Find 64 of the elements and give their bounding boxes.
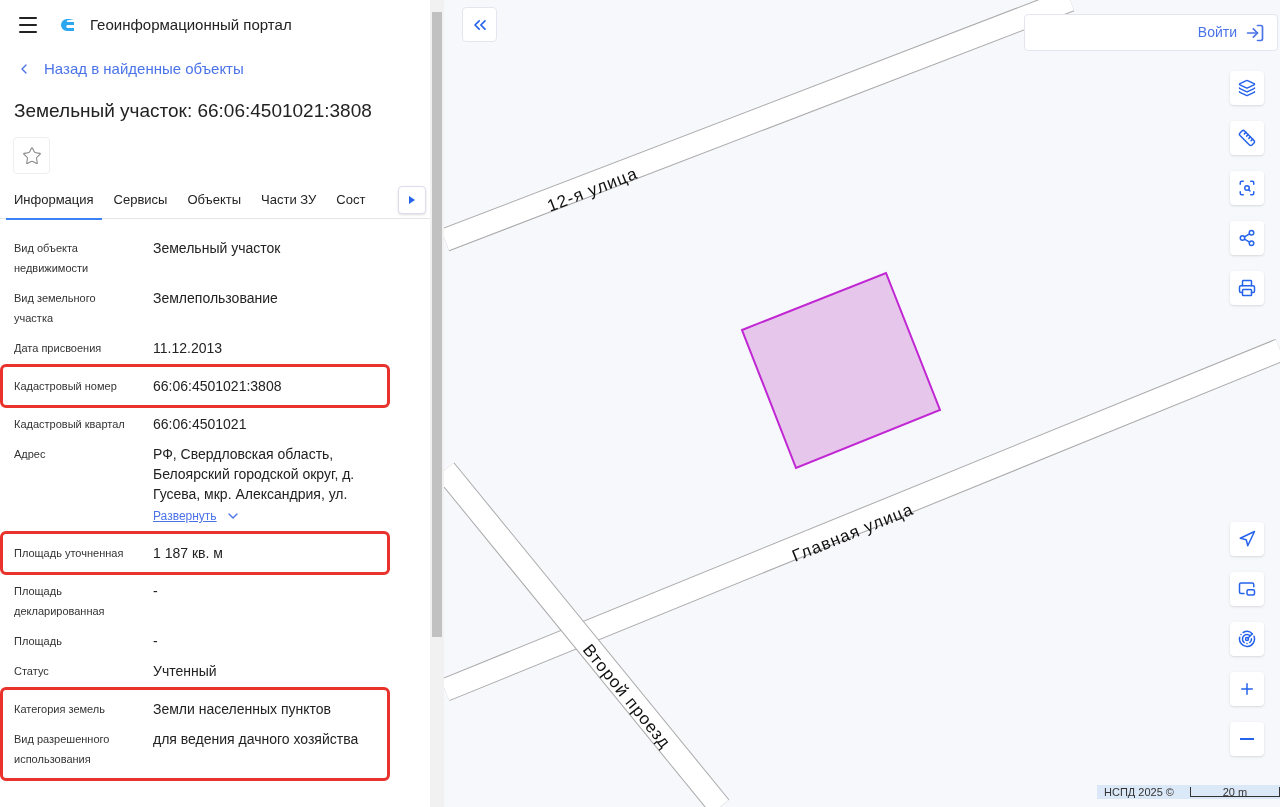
tab[interactable]: Сервисы bbox=[113, 186, 168, 218]
field-label: Адрес bbox=[14, 447, 47, 462]
minimap-icon bbox=[1238, 580, 1256, 598]
tab[interactable]: Объекты bbox=[187, 186, 242, 218]
zoom-in-button[interactable] bbox=[1230, 672, 1264, 706]
field-label: Дата присвоения bbox=[14, 341, 103, 356]
field-value: для ведения дачного хозяйства bbox=[153, 730, 359, 749]
field-value: - bbox=[153, 632, 158, 651]
field-label: Площадь декларированная bbox=[14, 584, 106, 619]
field-value: 66:06:4501021:3808 bbox=[153, 377, 282, 396]
zoom-in-icon bbox=[1238, 680, 1256, 698]
field-label: Вид разрешенного использования bbox=[14, 732, 111, 767]
field-value: РФ, Свердловская область, Белоярский городской округ, д. Гусева, мкр. Александрия, ул. bbox=[153, 445, 356, 504]
collapse-panel-button[interactable] bbox=[462, 7, 497, 42]
zoom-out-button[interactable] bbox=[1230, 722, 1264, 756]
back-link[interactable]: Назад в найденные объекты bbox=[0, 58, 430, 81]
tab[interactable]: Информация bbox=[6, 186, 102, 220]
area-search-icon bbox=[1238, 179, 1256, 197]
scale-bar: 20 m bbox=[1189, 787, 1280, 797]
share-button[interactable] bbox=[1230, 221, 1264, 255]
field-value: - bbox=[153, 582, 158, 601]
layers-button[interactable] bbox=[1230, 71, 1264, 105]
ruler-icon bbox=[1238, 129, 1256, 147]
minimap-button[interactable] bbox=[1230, 572, 1264, 606]
radar-button[interactable] bbox=[1230, 622, 1264, 656]
land-parcel[interactable] bbox=[740, 271, 942, 470]
field-label: Кадастровый номер bbox=[14, 379, 118, 394]
field-value: Землепользование bbox=[153, 289, 278, 308]
locate-button[interactable] bbox=[1230, 522, 1264, 556]
field-value: Учтенный bbox=[153, 662, 217, 681]
field-label: Вид земельного участка bbox=[14, 291, 97, 326]
field-label: Площадь bbox=[14, 634, 63, 649]
tabs-scroll-button[interactable] bbox=[398, 186, 426, 214]
print-icon bbox=[1238, 279, 1256, 297]
field-label: Кадастровый квартал bbox=[14, 417, 126, 432]
expand-link[interactable]: Развернуть bbox=[153, 507, 387, 525]
login-button[interactable]: Войти bbox=[1024, 14, 1278, 51]
field-value: 66:06:4501021 bbox=[153, 415, 247, 434]
field-label: Площадь уточненная bbox=[14, 546, 125, 561]
caret-icon bbox=[409, 196, 415, 204]
share-icon bbox=[1238, 229, 1256, 247]
measure-button[interactable] bbox=[1230, 121, 1264, 155]
print-button[interactable] bbox=[1230, 271, 1264, 305]
object-title: Земельный участок: 66:06:4501021:3808 bbox=[13, 98, 373, 123]
field-label: Категория земель bbox=[14, 702, 106, 717]
area-search-button[interactable] bbox=[1230, 171, 1264, 205]
location-arrow-icon bbox=[1238, 530, 1256, 548]
app-title: Геоинформационный портал bbox=[90, 14, 292, 35]
field-label: Вид объекта недвижимости bbox=[14, 241, 90, 276]
tab[interactable]: Части ЗУ bbox=[261, 186, 317, 218]
field-value: Земли населенных пунктов bbox=[153, 700, 332, 719]
scrollbar-thumb[interactable] bbox=[432, 12, 442, 637]
scrollbar[interactable] bbox=[430, 0, 444, 807]
tab[interactable]: Сост bbox=[336, 186, 366, 218]
favorite-button[interactable] bbox=[13, 137, 50, 174]
login-icon bbox=[1245, 22, 1265, 43]
attribution: НСПД 2025 © bbox=[1104, 784, 1174, 800]
field-value: Земельный участок bbox=[153, 239, 281, 258]
star-icon bbox=[21, 145, 42, 166]
layers-icon bbox=[1238, 79, 1256, 97]
field-label: Статус bbox=[14, 664, 50, 679]
field-value: 1 187 кв. м bbox=[153, 544, 223, 563]
field-value: 11.12.2013 bbox=[153, 339, 223, 358]
radar-icon bbox=[1238, 630, 1256, 648]
